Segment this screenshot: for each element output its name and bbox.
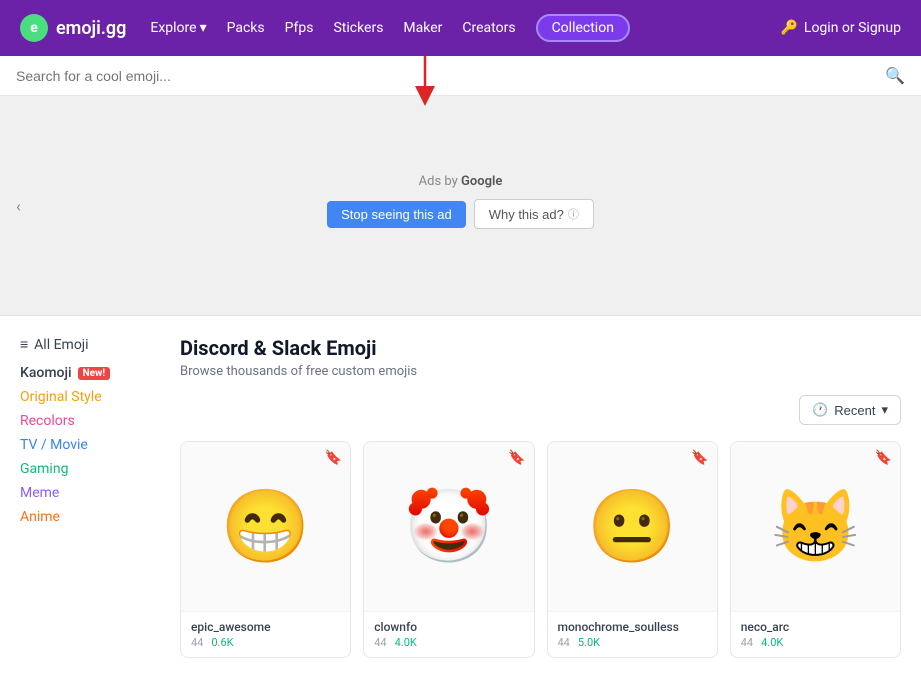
chevron-down-icon: ▾: [200, 20, 207, 36]
nav-maker[interactable]: Maker: [403, 20, 442, 36]
sidebar-item-anime[interactable]: Anime: [20, 509, 160, 525]
emoji-card[interactable]: 😐 🔖 monochrome_soulless 44 5.0K: [547, 441, 718, 658]
emoji-stats: 44 4.0K: [741, 636, 890, 649]
new-badge: New!: [78, 367, 111, 380]
bookmark-icon[interactable]: 🔖: [875, 450, 892, 466]
emoji-image: 😁 🔖: [181, 442, 350, 611]
emoji-info: clownfo 44 4.0K: [364, 611, 533, 657]
nav-packs[interactable]: Packs: [227, 20, 265, 36]
info-icon: ⓘ: [568, 206, 579, 222]
sidebar-item-tv-movie[interactable]: TV / Movie: [20, 437, 160, 453]
main-nav: Explore ▾ Packs Pfps Stickers Maker Crea…: [150, 14, 780, 42]
logo-area[interactable]: e emoji.gg: [20, 14, 126, 42]
key-icon: 🔑: [780, 20, 797, 36]
sidebar: ≡ All Emoji Kaomoji New! Original Style …: [20, 336, 160, 658]
sidebar-item-kaomoji[interactable]: Kaomoji New!: [20, 365, 160, 381]
page-title: Discord & Slack Emoji: [180, 336, 901, 360]
ad-buttons: Stop seeing this ad Why this ad? ⓘ: [327, 199, 594, 229]
header: e emoji.gg Explore ▾ Packs Pfps Stickers…: [0, 0, 921, 56]
emoji-info: epic_awesome 44 0.6K: [181, 611, 350, 657]
emoji-name: neco_arc: [741, 620, 890, 634]
emoji-stats: 44 5.0K: [558, 636, 707, 649]
logo-icon: e: [20, 14, 48, 42]
main-content: ≡ All Emoji Kaomoji New! Original Style …: [0, 316, 921, 678]
emoji-grid: 😁 🔖 epic_awesome 44 0.6K 🤡 🔖: [180, 441, 901, 658]
sidebar-item-meme[interactable]: Meme: [20, 485, 160, 501]
emoji-image: 😸 🔖: [731, 442, 900, 611]
menu-icon: ≡: [20, 336, 28, 353]
login-button[interactable]: 🔑 Login or Signup: [780, 20, 901, 36]
content-toolbar: 🕐 Recent ▾: [180, 395, 901, 425]
ads-by-google: Ads by Google: [419, 174, 503, 189]
chevron-down-icon: ▾: [881, 402, 888, 418]
emoji-info: neco_arc 44 4.0K: [731, 611, 900, 657]
bookmark-icon[interactable]: 🔖: [508, 450, 525, 466]
content-header: Discord & Slack Emoji Browse thousands o…: [180, 336, 901, 379]
ad-back-button[interactable]: ‹: [16, 196, 21, 215]
arrow-annotation: [410, 56, 440, 106]
bookmark-icon[interactable]: 🔖: [325, 450, 342, 466]
stop-ad-button[interactable]: Stop seeing this ad: [327, 201, 466, 228]
emoji-stats: 44 0.6K: [191, 636, 340, 649]
search-bar: 🔍: [0, 56, 921, 96]
emoji-stats: 44 4.0K: [374, 636, 523, 649]
sidebar-item-recolors[interactable]: Recolors: [20, 413, 160, 429]
page-subtitle: Browse thousands of free custom emojis: [180, 364, 901, 379]
why-ad-button[interactable]: Why this ad? ⓘ: [474, 199, 594, 229]
nav-collection[interactable]: Collection: [536, 14, 630, 42]
emoji-card[interactable]: 😸 🔖 neco_arc 44 4.0K: [730, 441, 901, 658]
sidebar-all-emoji[interactable]: ≡ All Emoji: [20, 336, 160, 353]
clock-icon: 🕐: [812, 402, 828, 418]
recent-sort-button[interactable]: 🕐 Recent ▾: [799, 395, 901, 425]
nav-pfps[interactable]: Pfps: [285, 20, 314, 36]
bookmark-icon[interactable]: 🔖: [691, 450, 708, 466]
nav-creators[interactable]: Creators: [462, 20, 515, 36]
search-icon[interactable]: 🔍: [885, 66, 905, 85]
logo-text: emoji.gg: [56, 18, 126, 39]
emoji-card[interactable]: 😁 🔖 epic_awesome 44 0.6K: [180, 441, 351, 658]
emoji-name: monochrome_soulless: [558, 620, 707, 634]
emoji-image: 😐 🔖: [548, 442, 717, 611]
emoji-name: epic_awesome: [191, 620, 340, 634]
content-area: Discord & Slack Emoji Browse thousands o…: [180, 336, 901, 658]
search-input[interactable]: [16, 68, 885, 84]
nav-explore[interactable]: Explore ▾: [150, 20, 206, 36]
emoji-card[interactable]: 🤡 🔖 clownfo 44 4.0K: [363, 441, 534, 658]
emoji-name: clownfo: [374, 620, 523, 634]
sidebar-item-original-style[interactable]: Original Style: [20, 389, 160, 405]
emoji-image: 🤡 🔖: [364, 442, 533, 611]
emoji-info: monochrome_soulless 44 5.0K: [548, 611, 717, 657]
ad-area: ‹ Ads by Google Stop seeing this ad Why …: [0, 96, 921, 316]
nav-stickers[interactable]: Stickers: [333, 20, 383, 36]
sidebar-item-gaming[interactable]: Gaming: [20, 461, 160, 477]
